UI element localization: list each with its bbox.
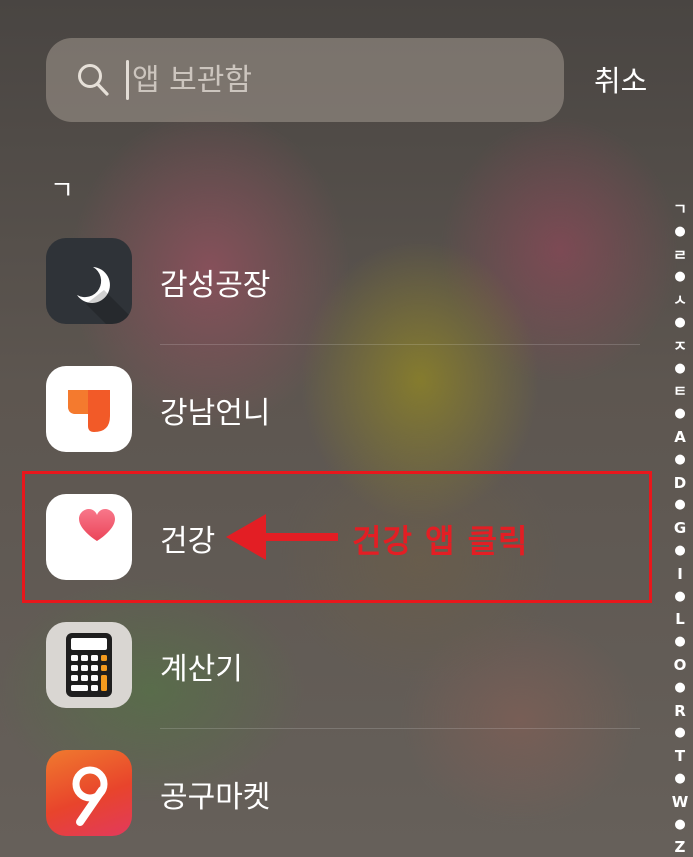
index-letter[interactable]: ● [674,814,685,837]
text-cursor [126,60,129,100]
search-icon [78,64,109,96]
index-letter[interactable]: T [675,745,685,768]
index-letter[interactable]: ㄱ [673,198,687,221]
index-letter[interactable]: A [674,426,686,449]
section-header: ㄱ [50,176,74,206]
app-row-gonggumarket[interactable]: 공구마켓 [46,750,640,857]
calculator-icon [46,622,132,708]
index-letter[interactable]: G [674,517,686,540]
index-letter[interactable]: ● [674,449,685,472]
search-box[interactable] [46,38,564,122]
app-name: 강남언니 [160,396,271,431]
index-letter[interactable]: ● [674,403,685,426]
index-letter[interactable]: ● [674,768,685,791]
app-row-calculator[interactable]: 계산기 [46,622,640,750]
search-row: 취소 [46,38,666,122]
index-letter[interactable]: ㅌ [673,380,687,403]
index-letter[interactable]: R [674,700,686,723]
index-letter[interactable]: ● [674,358,685,381]
index-letter[interactable]: O [674,654,687,677]
annotation-arrow-icon [226,514,338,560]
index-letter[interactable]: ● [674,677,685,700]
divider [160,344,640,345]
index-letter[interactable]: ● [674,494,685,517]
index-letter[interactable]: ● [674,312,685,335]
search-input[interactable] [132,54,532,106]
index-letter[interactable]: I [677,563,683,586]
index-letter[interactable]: L [675,608,685,631]
index-letter[interactable]: ㄹ [673,244,687,267]
index-letter[interactable]: ● [674,631,685,654]
orange-heart-icon [46,366,132,452]
index-letter[interactable]: ● [674,586,685,609]
index-letter[interactable]: W [672,791,689,814]
index-letter[interactable]: ㅅ [673,289,687,312]
app-name: 감성공장 [160,268,271,303]
cancel-button[interactable]: 취소 [594,58,647,100]
index-letter[interactable]: ㅈ [673,335,687,358]
index-letter[interactable]: ● [674,221,685,244]
index-letter[interactable]: D [674,472,686,495]
index-letter[interactable]: ● [674,722,685,745]
moon-icon [46,238,132,324]
index-letter[interactable]: ● [674,266,685,289]
gonggu-9-icon [46,750,132,836]
annotation-text: 건강 앱 클릭 [352,522,529,560]
app-name: 공구마켓 [160,780,271,815]
app-name: 계산기 [160,652,243,687]
index-letter[interactable]: ● [674,540,685,563]
alphabet-index-bar[interactable]: ㄱ●ㄹ●ㅅ●ㅈ●ㅌ●A●D●G●I●L●O●R●T●W●Z# [668,198,692,857]
index-letter[interactable]: Z [675,836,686,857]
app-row-gamseong[interactable]: 감성공장 [46,238,640,366]
divider [160,728,640,729]
